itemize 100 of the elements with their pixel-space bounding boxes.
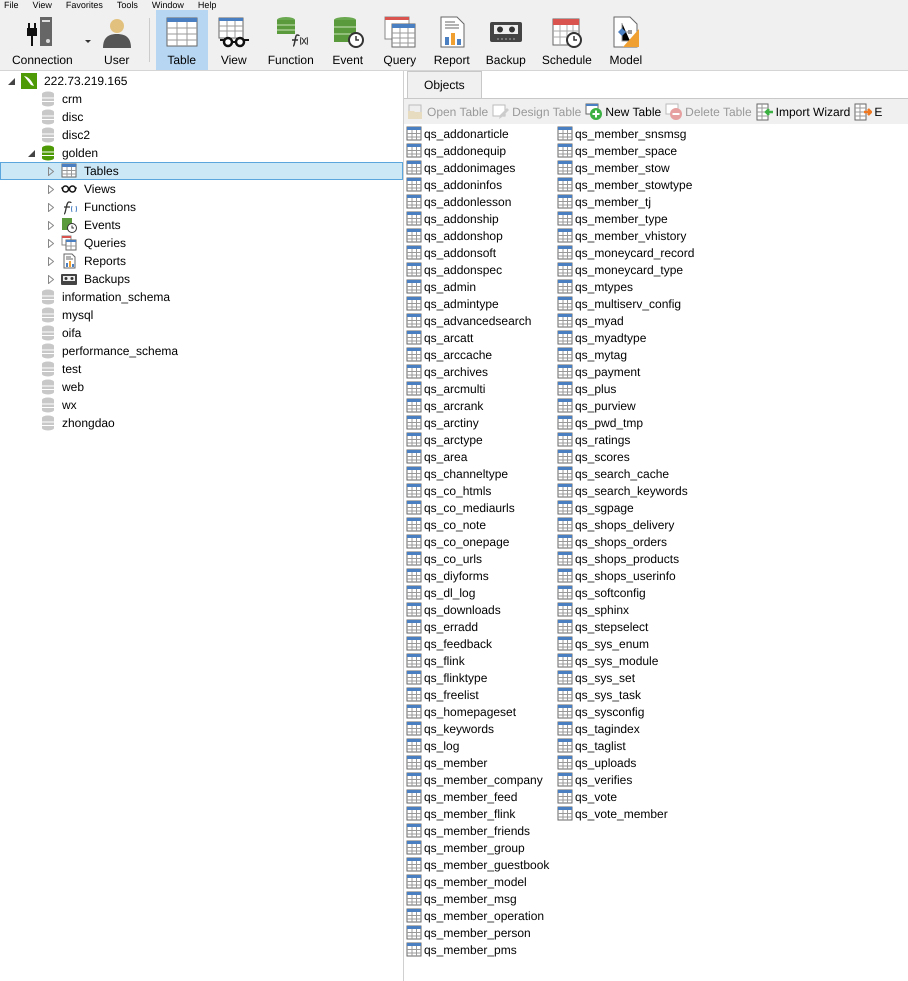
table-item[interactable]: qs_pwd_tmp [557,414,727,431]
table-item[interactable]: qs_addonarticle [406,125,557,142]
table-item[interactable]: qs_keywords [406,720,557,737]
table-item[interactable]: qs_vote [557,788,727,805]
toolbar-button[interactable]: View [208,10,260,70]
table-item[interactable]: qs_downloads [406,601,557,618]
table-item[interactable]: qs_addonship [406,210,557,227]
tree-item[interactable]: crm [0,90,403,108]
table-item[interactable]: qs_addonlesson [406,193,557,210]
table-item[interactable]: qs_member_stowtype [557,176,727,193]
table-item[interactable]: qs_softconfig [557,584,727,601]
table-item[interactable]: qs_dl_log [406,584,557,601]
tree-item[interactable]: zhongdao [0,414,403,432]
table-item[interactable]: qs_arcatt [406,329,557,346]
table-item[interactable]: qs_member_operation [406,907,557,924]
table-item[interactable]: qs_addonsoft [406,244,557,261]
tree-item[interactable]: Queries [0,234,403,252]
tree-item[interactable]: Events [0,216,403,234]
collapse-arrow-icon[interactable] [28,150,34,156]
table-item[interactable]: qs_sys_enum [557,635,727,652]
table-item[interactable]: qs_stepselect [557,618,727,635]
tree-item[interactable]: Views [0,180,403,198]
table-item[interactable]: qs_arccache [406,346,557,363]
table-item[interactable]: qs_admin [406,278,557,295]
toolbar-button[interactable]: E [853,102,884,120]
toolbar-button[interactable]: Connection [4,10,91,70]
table-item[interactable]: qs_erradd [406,618,557,635]
table-item[interactable]: qs_shops_userinfo [557,567,727,584]
table-item[interactable]: qs_member_snsmsg [557,125,727,142]
tree-item[interactable]: Reports [0,252,403,270]
table-item[interactable]: qs_sys_task [557,686,727,703]
tree-item[interactable]: information_schema [0,288,403,306]
table-item[interactable]: qs_co_htmls [406,482,557,499]
table-item[interactable]: qs_search_keywords [557,482,727,499]
menu-item[interactable]: File [4,0,19,10]
table-item[interactable]: qs_co_onepage [406,533,557,550]
table-item[interactable]: qs_search_cache [557,465,727,482]
table-item[interactable]: qs_plus [557,380,727,397]
toolbar-button[interactable]: Function [260,10,322,70]
table-item[interactable]: qs_flinktype [406,669,557,686]
table-item[interactable]: qs_member_feed [406,788,557,805]
caret-icon[interactable] [84,40,91,44]
table-item[interactable]: qs_arcmulti [406,380,557,397]
table-item[interactable]: qs_scores [557,448,727,465]
table-item[interactable]: qs_channeltype [406,465,557,482]
toolbar-button[interactable]: Table [156,10,208,70]
table-item[interactable]: qs_verifies [557,771,727,788]
tab[interactable]: Objects [407,71,482,98]
tree-item[interactable]: golden [0,144,403,162]
toolbar-button[interactable]: Report [426,10,478,70]
menu-item[interactable]: Help [198,0,216,10]
table-item[interactable]: qs_homepageset [406,703,557,720]
table-item[interactable]: qs_member_group [406,839,557,856]
table-item[interactable]: qs_member_type [557,210,727,227]
toolbar-button[interactable]: User [90,10,143,70]
toolbar-button[interactable]: Schedule [534,10,600,70]
tree-item[interactable]: wx [0,396,403,414]
menu-item[interactable]: Tools [116,0,138,10]
toolbar-button[interactable]: New Table [584,102,662,120]
table-item[interactable]: qs_archives [406,363,557,380]
table-item[interactable]: qs_member_space [557,142,727,159]
table-item[interactable]: qs_payment [557,363,727,380]
table-item[interactable]: qs_member_person [406,924,557,941]
menu-item[interactable]: Favorites [66,0,103,10]
table-item[interactable]: qs_myad [557,312,727,329]
tree-item[interactable]: 222.73.219.165 [0,72,403,90]
table-item[interactable]: qs_area [406,448,557,465]
table-item[interactable]: qs_ratings [557,431,727,448]
menu-item[interactable]: View [32,0,52,10]
table-item[interactable]: qs_myadtype [557,329,727,346]
table-item[interactable]: qs_taglist [557,737,727,754]
table-item[interactable]: qs_arctiny [406,414,557,431]
table-item[interactable]: qs_member_vhistory [557,227,727,244]
table-item[interactable]: qs_sys_set [557,669,727,686]
table-item[interactable]: qs_moneycard_record [557,244,727,261]
toolbar-button[interactable]: Backup [478,10,534,70]
table-item[interactable]: qs_member_flink [406,805,557,822]
table-item[interactable]: qs_mtypes [557,278,727,295]
tree-item[interactable]: Functions [0,198,403,216]
collapse-arrow-icon[interactable] [8,78,14,84]
table-item[interactable]: qs_addoninfos [406,176,557,193]
table-item[interactable]: qs_mytag [557,346,727,363]
table-item[interactable]: qs_member_company [406,771,557,788]
table-item[interactable]: qs_member_tj [557,193,727,210]
tree-item[interactable]: disc2 [0,126,403,144]
table-item[interactable]: qs_multiserv_config [557,295,727,312]
table-item[interactable]: qs_feedback [406,635,557,652]
table-item[interactable]: qs_purview [557,397,727,414]
table-item[interactable]: qs_flink [406,652,557,669]
table-item[interactable]: qs_admintype [406,295,557,312]
toolbar-button[interactable]: Query [374,10,426,70]
table-item[interactable]: qs_vote_member [557,805,727,822]
table-item[interactable]: qs_shops_products [557,550,727,567]
tree-item[interactable]: performance_schema [0,342,403,360]
table-item[interactable]: qs_co_mediaurls [406,499,557,516]
table-item[interactable]: qs_member_guestbook [406,856,557,873]
table-item[interactable]: qs_addonequip [406,142,557,159]
table-item[interactable]: qs_advancedsearch [406,312,557,329]
tree-item[interactable]: Tables [0,162,403,180]
tree-item[interactable]: test [0,360,403,378]
